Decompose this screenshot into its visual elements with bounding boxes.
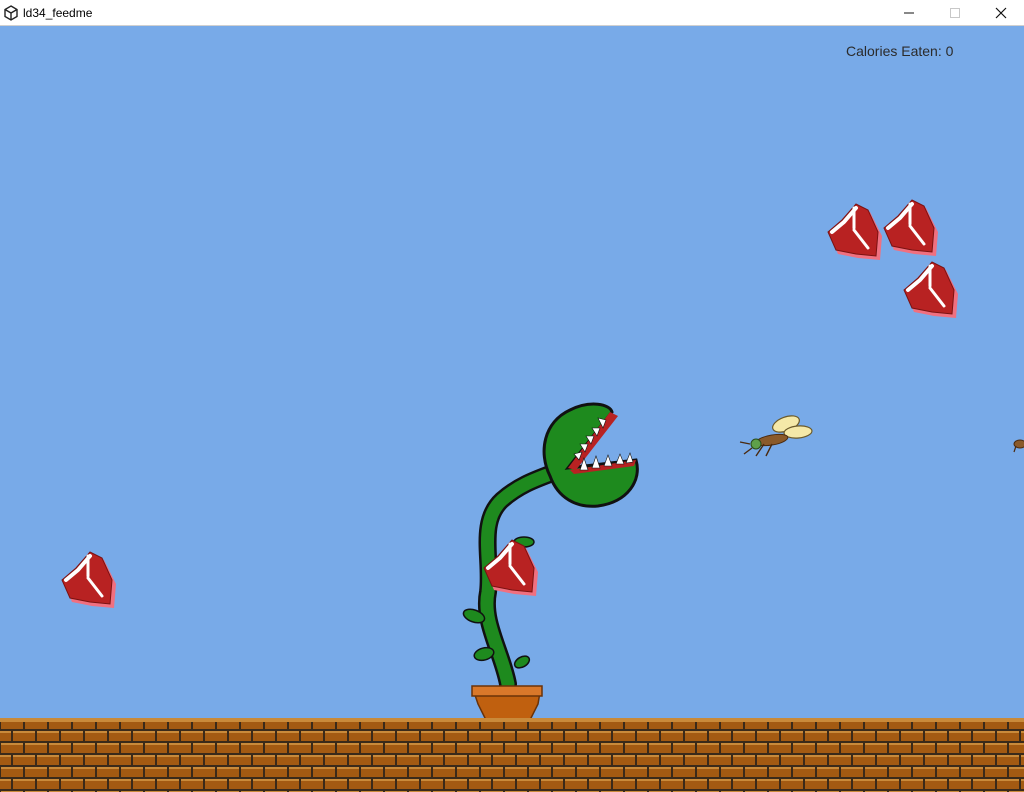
game-viewport[interactable]: Calories Eaten: 0 — [0, 26, 1024, 792]
fly-sprite — [739, 415, 813, 457]
game-window: ld34_feedme Calories Eaten: 0 — [0, 0, 1024, 792]
fly-sprite-edge — [1013, 439, 1024, 453]
minimize-icon — [904, 12, 914, 14]
steak-sprite — [483, 539, 538, 596]
minimize-button[interactable] — [886, 0, 932, 26]
brick-ground — [0, 718, 1024, 792]
unity-icon — [4, 5, 18, 21]
maximize-button[interactable] — [932, 0, 978, 26]
close-icon — [995, 7, 1007, 19]
calories-counter: Calories Eaten: 0 — [846, 43, 954, 59]
steak-sprite — [903, 261, 958, 318]
close-button[interactable] — [978, 0, 1024, 26]
steak-sprite — [883, 199, 938, 256]
maximize-icon — [950, 8, 960, 18]
steak-sprite — [827, 203, 882, 260]
title-bar: ld34_feedme — [0, 0, 1024, 26]
steak-sprite — [61, 551, 116, 608]
window-title: ld34_feedme — [23, 6, 93, 20]
